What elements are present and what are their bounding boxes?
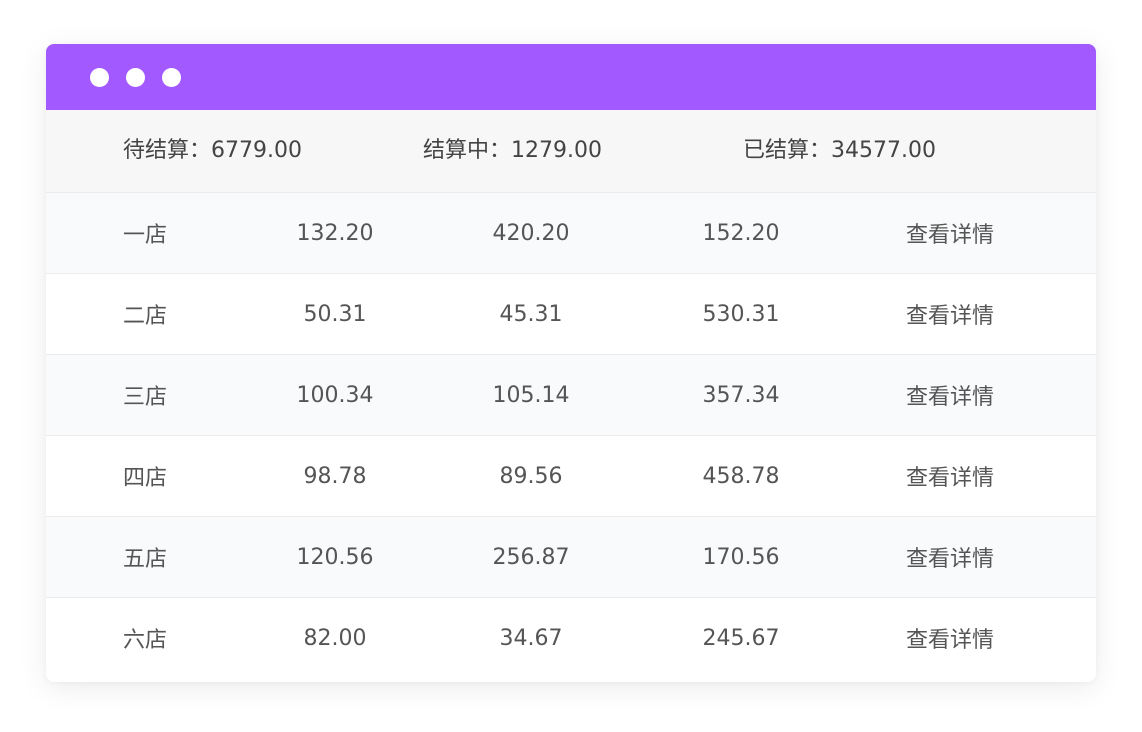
table-row: 五店 120.56 256.87 170.56 查看详情 bbox=[46, 517, 1096, 598]
view-details-link[interactable]: 查看详情 bbox=[906, 193, 994, 273]
window-titlebar bbox=[46, 44, 1096, 110]
value-cell-3: 530.31 bbox=[702, 301, 780, 327]
view-details-link[interactable]: 查看详情 bbox=[906, 274, 994, 354]
window-control-dot-3[interactable] bbox=[162, 68, 181, 87]
value-cell-2: 420.20 bbox=[492, 220, 570, 246]
store-name: 一店 bbox=[123, 223, 168, 248]
view-details-link[interactable]: 查看详情 bbox=[906, 355, 994, 435]
value-cell-3: 152.20 bbox=[702, 220, 780, 246]
value-cell-1: 120.56 bbox=[296, 544, 374, 570]
settled-total: 已结算：34577.00 bbox=[743, 138, 936, 163]
value-cell-3: 458.78 bbox=[702, 463, 780, 489]
table-row: 二店 50.31 45.31 530.31 查看详情 bbox=[46, 274, 1096, 355]
value-cell-1: 100.34 bbox=[296, 382, 374, 408]
window-control-dot-1[interactable] bbox=[90, 68, 109, 87]
store-table: 一店 132.20 420.20 152.20 查看详情 二店 50.31 45… bbox=[46, 193, 1096, 678]
table-row: 六店 82.00 34.67 245.67 查看详情 bbox=[46, 598, 1096, 678]
value-cell-3: 245.67 bbox=[702, 625, 780, 651]
value-cell-2: 256.87 bbox=[492, 544, 570, 570]
store-name: 三店 bbox=[123, 385, 168, 410]
value-cell-1: 98.78 bbox=[303, 463, 367, 489]
store-name: 四店 bbox=[123, 466, 168, 491]
store-name: 六店 bbox=[123, 628, 168, 653]
table-row: 四店 98.78 89.56 458.78 查看详情 bbox=[46, 436, 1096, 517]
value-cell-2: 89.56 bbox=[499, 463, 563, 489]
value-cell-3: 357.34 bbox=[702, 382, 780, 408]
value-cell-1: 132.20 bbox=[296, 220, 374, 246]
view-details-link[interactable]: 查看详情 bbox=[906, 436, 994, 516]
settlement-summary-bar: 待结算：6779.00 结算中：1279.00 已结算：34577.00 bbox=[46, 110, 1096, 193]
pending-settlement-total: 待结算：6779.00 bbox=[123, 138, 302, 163]
value-cell-3: 170.56 bbox=[702, 544, 780, 570]
in-progress-settlement-total: 结算中：1279.00 bbox=[423, 138, 602, 163]
table-row: 一店 132.20 420.20 152.20 查看详情 bbox=[46, 193, 1096, 274]
view-details-link[interactable]: 查看详情 bbox=[906, 598, 994, 678]
settlement-window: 待结算：6779.00 结算中：1279.00 已结算：34577.00 一店 … bbox=[46, 44, 1096, 682]
window-control-dot-2[interactable] bbox=[126, 68, 145, 87]
value-cell-1: 82.00 bbox=[303, 625, 367, 651]
view-details-link[interactable]: 查看详情 bbox=[906, 517, 994, 597]
value-cell-2: 34.67 bbox=[499, 625, 563, 651]
table-row: 三店 100.34 105.14 357.34 查看详情 bbox=[46, 355, 1096, 436]
store-name: 五店 bbox=[123, 547, 168, 572]
value-cell-2: 105.14 bbox=[492, 382, 570, 408]
store-name: 二店 bbox=[123, 304, 168, 329]
value-cell-2: 45.31 bbox=[499, 301, 563, 327]
value-cell-1: 50.31 bbox=[303, 301, 367, 327]
